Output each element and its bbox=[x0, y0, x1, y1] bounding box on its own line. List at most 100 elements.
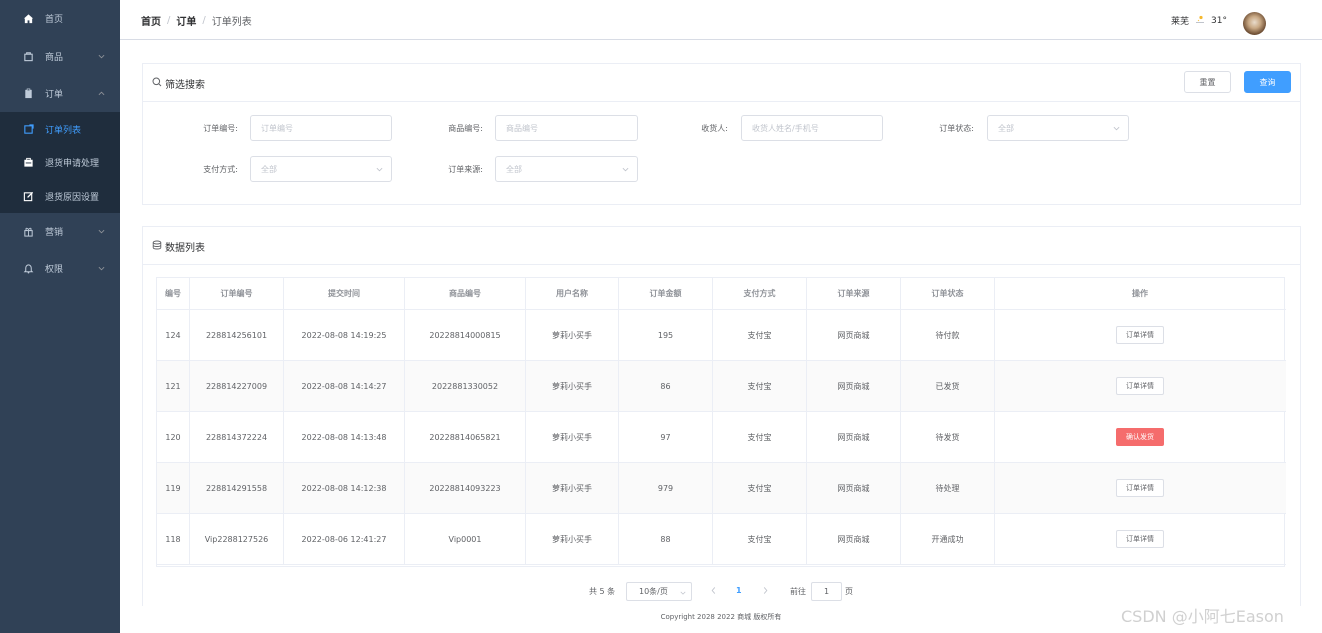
cell-id: 118 bbox=[157, 514, 190, 564]
cell-user: 萝莉小买手 bbox=[526, 514, 619, 564]
cell-amount: 88 bbox=[619, 514, 713, 564]
cell-amount: 97 bbox=[619, 412, 713, 462]
sidebar-item-return-reason[interactable]: 退货原因设置 bbox=[0, 179, 120, 213]
sidebar-item-order[interactable]: 订单 bbox=[0, 75, 120, 111]
order-no-label: 订单编号: bbox=[203, 124, 238, 133]
order-detail-button[interactable]: 订单详情 bbox=[1116, 479, 1164, 497]
home-icon bbox=[22, 12, 34, 24]
order-status-label: 订单状态: bbox=[939, 124, 974, 133]
cell-status: 已发货 bbox=[901, 361, 995, 411]
cell-product-no: 20228814093223 bbox=[405, 463, 526, 513]
order-no-input[interactable]: 订单编号 bbox=[250, 115, 392, 141]
order-detail-button[interactable]: 订单详情 bbox=[1116, 530, 1164, 548]
prev-page-icon[interactable] bbox=[710, 586, 717, 597]
col-header: 用户名称 bbox=[526, 278, 619, 309]
product-no-input[interactable]: 商品编号 bbox=[495, 115, 638, 141]
cell-user: 萝莉小买手 bbox=[526, 361, 619, 411]
chevron-down-icon bbox=[97, 52, 105, 60]
order-no-placeholder: 订单编号 bbox=[261, 123, 293, 133]
cell-order-no: 228814256101 bbox=[190, 310, 284, 360]
cell-source: 网页商城 bbox=[807, 463, 901, 513]
cell-pay: 支付宝 bbox=[713, 412, 807, 462]
order-source-select[interactable]: 全部 bbox=[495, 156, 638, 182]
pay-method-label: 支付方式: bbox=[203, 165, 238, 174]
order-status-select[interactable]: 全部 bbox=[987, 115, 1129, 141]
chevron-down-icon bbox=[680, 589, 686, 598]
table-row: 124 228814256101 2022-08-08 14:19:25 202… bbox=[157, 310, 1286, 361]
breadcrumb: 首页 / 订单 / 订单列表 bbox=[141, 13, 252, 28]
chevron-down-icon bbox=[622, 166, 629, 173]
cell-action: 订单详情 bbox=[995, 514, 1285, 564]
sidebar-item-return-apply[interactable]: 退货申请处理 bbox=[0, 145, 120, 179]
col-header: 商品编号 bbox=[405, 278, 526, 309]
col-header: 支付方式 bbox=[713, 278, 807, 309]
order-detail-button[interactable]: 订单详情 bbox=[1116, 326, 1164, 344]
page-size-select[interactable]: 10条/页 bbox=[626, 582, 692, 601]
order-detail-button[interactable]: 订单详情 bbox=[1116, 377, 1164, 395]
breadcrumb-home[interactable]: 首页 bbox=[141, 13, 161, 28]
sidebar-item-label: 营销 bbox=[45, 227, 64, 238]
cell-status: 待发货 bbox=[901, 412, 995, 462]
pay-method-select[interactable]: 全部 bbox=[250, 156, 392, 182]
cell-time: 2022-08-08 14:12:38 bbox=[284, 463, 405, 513]
breadcrumb-order[interactable]: 订单 bbox=[176, 13, 196, 28]
cell-order-no: 228814227009 bbox=[190, 361, 284, 411]
watermark-text: CSDN @小阿七Eason bbox=[1121, 607, 1284, 626]
order-source-label: 订单来源: bbox=[448, 165, 483, 174]
table-row: 121 228814227009 2022-08-08 14:14:27 202… bbox=[157, 361, 1286, 412]
cell-pay: 支付宝 bbox=[713, 463, 807, 513]
cell-status: 待处理 bbox=[901, 463, 995, 513]
cell-user: 萝莉小买手 bbox=[526, 310, 619, 360]
col-header: 订单编号 bbox=[190, 278, 284, 309]
cell-amount: 86 bbox=[619, 361, 713, 411]
bag-icon bbox=[22, 50, 34, 62]
goto-label: 前往 bbox=[790, 587, 806, 596]
clipboard-icon bbox=[22, 87, 34, 99]
sidebar-item-label: 权限 bbox=[45, 264, 64, 275]
next-page-icon[interactable] bbox=[762, 586, 769, 597]
cell-product-no: 20228814000815 bbox=[405, 310, 526, 360]
reset-button[interactable]: 重置 bbox=[1184, 71, 1231, 93]
table-row: 118 Vip2288127526 2022-08-06 12:41:27 Vi… bbox=[157, 514, 1286, 565]
cell-product-no: 20228814065821 bbox=[405, 412, 526, 462]
sidebar-item-goods[interactable]: 商品 bbox=[0, 38, 120, 74]
col-header: 编号 bbox=[157, 278, 190, 309]
product-no-label: 商品编号: bbox=[448, 124, 483, 133]
cell-time: 2022-08-08 14:13:48 bbox=[284, 412, 405, 462]
goto-page-input[interactable]: 1 bbox=[811, 582, 842, 601]
confirm-ship-button[interactable]: 确认发货 bbox=[1116, 428, 1164, 446]
order-status-value: 全部 bbox=[998, 123, 1014, 133]
sidebar-item-label: 退货申请处理 bbox=[45, 158, 100, 169]
filter-card-header: 筛选搜索 重置 查询 bbox=[143, 64, 1300, 102]
page-number-current[interactable]: 1 bbox=[736, 586, 742, 595]
sidebar-item-marketing[interactable]: 营销 bbox=[0, 213, 120, 249]
gift-icon bbox=[22, 225, 34, 237]
edit-icon bbox=[22, 190, 34, 202]
cell-amount: 979 bbox=[619, 463, 713, 513]
query-button[interactable]: 查询 bbox=[1244, 71, 1291, 93]
goto-page-value: 1 bbox=[823, 587, 830, 596]
sidebar-item-label: 退货原因设置 bbox=[45, 192, 100, 203]
order-source-value: 全部 bbox=[506, 164, 522, 174]
receiver-input[interactable]: 收货人姓名/手机号 bbox=[741, 115, 883, 141]
cell-action: 订单详情 bbox=[995, 361, 1285, 411]
chevron-down-icon bbox=[97, 227, 105, 235]
avatar[interactable] bbox=[1243, 12, 1266, 35]
filter-title: 筛选搜索 bbox=[165, 80, 205, 91]
pay-method-value: 全部 bbox=[261, 164, 277, 174]
table-row: 120 228814372224 2022-08-08 14:13:48 202… bbox=[157, 412, 1286, 463]
receiver-label: 收货人: bbox=[701, 124, 728, 133]
chevron-down-icon bbox=[1113, 125, 1120, 132]
cell-action: 确认发货 bbox=[995, 412, 1285, 462]
sidebar-item-home[interactable]: 首页 bbox=[0, 0, 120, 36]
table-row: 119 228814291558 2022-08-08 14:12:38 202… bbox=[157, 463, 1286, 514]
cell-pay: 支付宝 bbox=[713, 310, 807, 360]
sidebar-item-permission[interactable]: 权限 bbox=[0, 250, 120, 286]
pagination-total: 共 5 条 bbox=[589, 587, 616, 596]
cell-product-no: Vip0001 bbox=[405, 514, 526, 564]
top-header: 首页 / 订单 / 订单列表 莱芜 31° bbox=[120, 0, 1322, 40]
sidebar-item-order-list[interactable]: 订单列表 bbox=[0, 112, 120, 146]
cell-time: 2022-08-08 14:19:25 bbox=[284, 310, 405, 360]
data-list-header: 数据列表 bbox=[143, 227, 1300, 265]
page-size-value: 10条/页 bbox=[639, 587, 668, 596]
